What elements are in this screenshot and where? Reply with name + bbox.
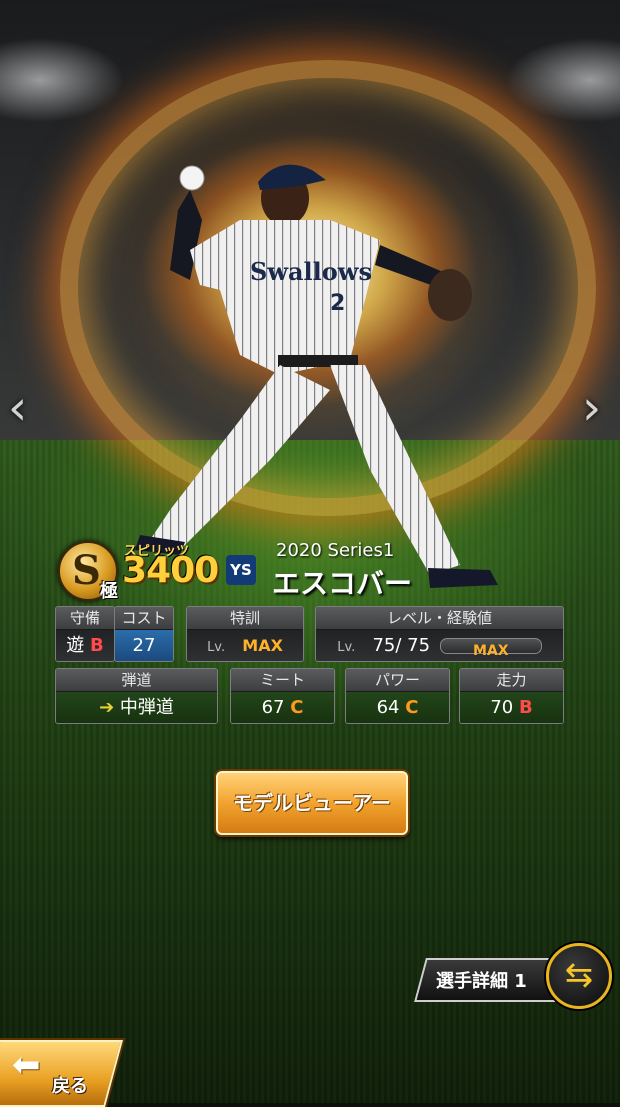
player-name: エスコバー [272,567,413,600]
power-value: 64 C [346,692,449,723]
jersey-number: 2 [330,291,345,316]
defense-panel: 守備 遊 B [55,606,115,662]
level-label: レベル・経験値 [316,607,563,630]
meet-grade: C [290,697,304,718]
training-lv-label: Lv. [207,640,226,655]
rank-letter: S [72,547,101,594]
next-player-arrow-icon[interactable]: › [582,380,601,436]
power-label: パワー [346,669,449,692]
cost-value: 27 [115,630,173,661]
cost-panel: コスト 27 [114,606,174,662]
exp-bar: MAX [439,638,542,659]
power-number: 64 [376,697,400,718]
jersey-text: Swallows [250,257,372,286]
speed-grade: B [518,697,533,718]
training-value: Lv. MAX [187,630,303,661]
rank-tier: 極 [100,581,118,602]
meet-label: ミート [231,669,334,692]
speed-label: 走力 [460,669,563,692]
power-grade: C [405,697,419,718]
player-illustration: Swallows 2 [135,164,498,588]
speed-value: 70 B [460,692,563,723]
meet-value: 67 C [231,692,334,723]
level-value: Lv. 75/ 75 MAX [316,630,563,661]
cost-label: コスト [115,607,173,630]
training-label: 特訓 [187,607,303,630]
meet-panel: ミート 67 C [230,668,335,724]
training-panel: 特訓 Lv. MAX [186,606,304,662]
spirits-value: 3400 [122,550,219,591]
defense-position: 遊 [66,635,85,656]
player-detail-button[interactable]: 選手詳細 1 [436,967,527,993]
previous-player-arrow-icon[interactable]: ‹ [8,380,27,436]
speed-panel: 走力 70 B [459,668,564,724]
rank-badge: S 極 [58,541,118,602]
level-lv-label: Lv. [337,640,356,655]
player-series: 2020 Series1 [276,540,395,561]
level-max: 75 [407,635,431,656]
model-viewer-button[interactable]: モデルビューアー [216,771,408,835]
back-arrow-icon[interactable]: ⬅ [12,1045,41,1085]
trajectory-value: ➔ 中弾道 [56,692,217,723]
trajectory-text: 中弾道 [119,697,174,718]
exp-bar-label: MAX [473,643,509,659]
meet-number: 67 [261,697,285,718]
power-panel: パワー 64 C [345,668,450,724]
training-max: MAX [242,636,283,655]
level-separator: / [395,635,402,656]
level-panel: レベル・経験値 Lv. 75/ 75 MAX [315,606,564,662]
defense-label: 守備 [56,607,114,630]
arrow-up-right-icon: ➔ [99,697,115,718]
team-logo-icon: YS [226,555,256,585]
trajectory-panel: 弾道 ➔ 中弾道 [55,668,218,724]
level-current: 75 [372,635,396,656]
speed-number: 70 [490,697,514,718]
trajectory-label: 弾道 [56,669,217,692]
back-button-label[interactable]: 戻る [52,1072,88,1098]
defense-grade: B [90,635,104,656]
swap-arrows-icon[interactable]: ⇆ [546,943,612,1009]
defense-value: 遊 B [56,630,114,661]
